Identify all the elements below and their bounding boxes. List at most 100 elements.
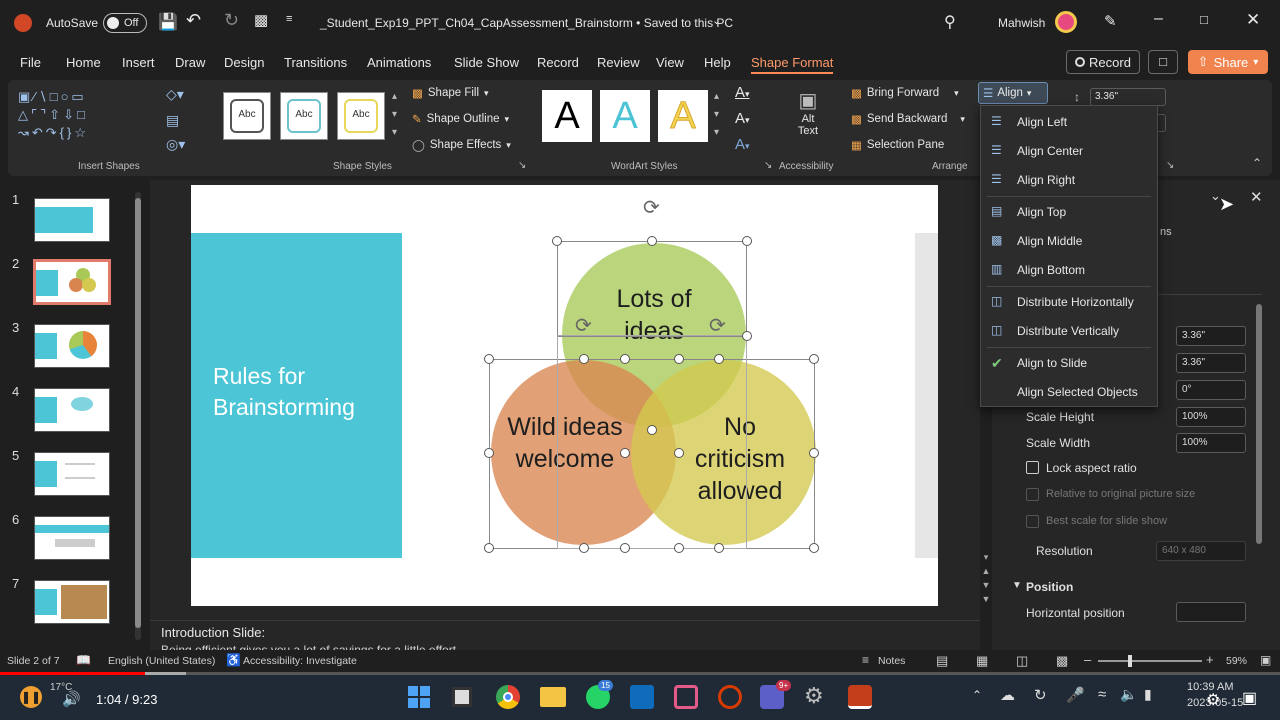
task-view-icon[interactable] bbox=[452, 687, 472, 707]
menu-align-right[interactable]: ☰ Align Right bbox=[981, 166, 1157, 194]
spelling-icon[interactable]: 📖 bbox=[76, 653, 91, 667]
comments-button[interactable]: □ bbox=[1148, 50, 1178, 74]
customize-toolbar-icon[interactable]: ≡ bbox=[286, 13, 292, 25]
tray-chevron-icon[interactable]: ⌃ bbox=[972, 688, 982, 702]
pane-close-icon[interactable]: ✕ bbox=[1250, 188, 1263, 206]
present-icon[interactable]: ▩ bbox=[254, 11, 268, 29]
scale-height-field[interactable]: 100% bbox=[1176, 407, 1246, 427]
resize-handle[interactable] bbox=[674, 448, 684, 458]
resize-handle[interactable] bbox=[742, 331, 752, 341]
text-fill-icon[interactable]: A▾ bbox=[735, 84, 750, 101]
size-launcher-icon[interactable]: ↘ bbox=[1166, 160, 1174, 171]
resize-handle[interactable] bbox=[620, 354, 630, 364]
office-icon[interactable] bbox=[718, 685, 742, 709]
wordart-launcher-icon[interactable]: ↘ bbox=[764, 160, 772, 171]
share-button[interactable]: ⇧ Share ▾ bbox=[1188, 50, 1268, 74]
send-backward-button[interactable]: ▩ Send Backward ▾ bbox=[851, 112, 965, 126]
pen-icon[interactable]: ✎ bbox=[1104, 12, 1117, 30]
wordart-style-2[interactable]: A bbox=[600, 90, 650, 142]
rotation-field[interactable]: 0° bbox=[1176, 380, 1246, 400]
menu-animations[interactable]: Animations bbox=[367, 55, 431, 70]
menu-review[interactable]: Review bbox=[597, 55, 640, 70]
onedrive-icon[interactable]: ☁ bbox=[1000, 686, 1015, 704]
rotate-handle-left-icon[interactable]: ⟳ bbox=[575, 313, 592, 338]
resize-handle[interactable] bbox=[674, 543, 684, 553]
slide-scrollbar[interactable]: ▾ ▲ ▼ ▼ bbox=[980, 550, 992, 620]
rotate-handle-right-icon[interactable]: ⟳ bbox=[709, 313, 726, 338]
outlook-icon[interactable] bbox=[630, 685, 654, 709]
position-chevron-icon[interactable]: ▼ bbox=[1012, 580, 1022, 591]
resolution-select[interactable]: 640 x 480 bbox=[1156, 541, 1246, 561]
reading-view-icon[interactable]: ◫ bbox=[1016, 653, 1028, 669]
shape-style-2[interactable]: Abc bbox=[280, 92, 328, 140]
text-outline-icon[interactable]: A▾ bbox=[735, 110, 750, 127]
slide-thumbnail-6[interactable] bbox=[34, 516, 110, 560]
shape-height-input[interactable]: 3.36" bbox=[1090, 88, 1166, 106]
menu-align-selected-objects[interactable]: Align Selected Objects bbox=[981, 378, 1157, 406]
resize-handle[interactable] bbox=[714, 354, 724, 364]
resize-handle[interactable] bbox=[809, 543, 819, 553]
windows-start-icon[interactable] bbox=[408, 686, 430, 708]
wifi-icon[interactable]: ≈ bbox=[1098, 686, 1106, 703]
wordart-style-3[interactable]: A bbox=[658, 90, 708, 142]
menu-transitions[interactable]: Transitions bbox=[284, 55, 347, 70]
pane-scrollbar[interactable] bbox=[1256, 304, 1262, 544]
document-title[interactable]: _Student_Exp19_PPT_Ch04_CapAssessment_Br… bbox=[320, 16, 733, 30]
menu-home[interactable]: Home bbox=[66, 55, 101, 70]
selection-pane-button[interactable]: ▦ Selection Pane bbox=[851, 138, 944, 152]
shape-fill-button[interactable]: ▩ Shape Fill ▾ bbox=[412, 86, 489, 100]
battery-icon[interactable]: ▮ bbox=[1144, 686, 1152, 703]
zoom-slider[interactable] bbox=[1098, 655, 1202, 667]
volume-icon[interactable]: 🔊 bbox=[62, 690, 81, 708]
best-scale-checkbox[interactable] bbox=[1026, 515, 1039, 528]
shapes-gallery[interactable]: ▣∕∖□○▭ △⌜⌝⇧⇩□ ↝↶↷{}☆ bbox=[18, 88, 156, 150]
resize-handle[interactable] bbox=[579, 354, 589, 364]
slide-thumbnail-7[interactable] bbox=[34, 580, 110, 624]
redo-icon[interactable]: ↻ bbox=[224, 10, 239, 31]
slide-thumbnail-1[interactable] bbox=[34, 198, 110, 242]
resize-handle[interactable] bbox=[552, 236, 562, 246]
autosave-toggle[interactable]: Off bbox=[103, 13, 147, 33]
notes-toggle[interactable]: Notes bbox=[878, 655, 905, 667]
height-field[interactable]: 3.36" bbox=[1176, 326, 1246, 346]
menu-file[interactable]: File bbox=[20, 55, 41, 70]
menu-record[interactable]: Record bbox=[537, 55, 579, 70]
resize-handle[interactable] bbox=[620, 448, 630, 458]
zoom-level[interactable]: 59% bbox=[1226, 655, 1247, 667]
maximize-icon[interactable]: □ bbox=[1200, 12, 1208, 27]
bring-forward-button[interactable]: ▩ Bring Forward ▾ bbox=[851, 86, 959, 100]
slide-thumbnail-3[interactable] bbox=[34, 324, 110, 368]
normal-view-icon[interactable]: ▤ bbox=[936, 653, 948, 669]
menu-help[interactable]: Help bbox=[704, 55, 731, 70]
resize-handle[interactable] bbox=[647, 236, 657, 246]
shape-styles-launcher-icon[interactable]: ↘ bbox=[518, 160, 526, 171]
shape-effects-button[interactable]: ◯ Shape Effects ▾ bbox=[412, 138, 511, 152]
menu-design[interactable]: Design bbox=[224, 55, 264, 70]
text-effects-icon[interactable]: A▾ bbox=[735, 136, 750, 153]
menu-view[interactable]: View bbox=[656, 55, 684, 70]
menu-align-center[interactable]: ☰ Align Center bbox=[981, 137, 1157, 165]
exit-fullscreen-icon[interactable]: ▣ bbox=[1242, 688, 1257, 708]
menu-distribute-vertically[interactable]: ◫ Distribute Vertically bbox=[981, 317, 1157, 345]
shape-styles-scroll-icon[interactable]: ▴ ▾ ▾ bbox=[392, 88, 397, 142]
video-settings-icon[interactable]: ⚙ bbox=[1206, 690, 1220, 710]
resize-handle[interactable] bbox=[484, 448, 494, 458]
horizontal-position-field[interactable] bbox=[1176, 602, 1246, 622]
zoom-out-icon[interactable]: – bbox=[1084, 652, 1091, 667]
slide-canvas[interactable]: Rules for Brainstorming Lots of ideas Wi… bbox=[191, 185, 938, 606]
notes-heading[interactable]: Introduction Slide: bbox=[161, 625, 265, 640]
undo-icon[interactable]: ↶ bbox=[186, 10, 201, 31]
menu-align-left[interactable]: ☰ Align Left bbox=[981, 108, 1157, 136]
shape-outline-button[interactable]: ✎ Shape Outline ▾ bbox=[412, 112, 509, 126]
resize-handle[interactable] bbox=[714, 543, 724, 553]
powerpoint-taskbar-icon[interactable] bbox=[848, 685, 872, 709]
menu-align-top[interactable]: ▤ Align Top bbox=[981, 198, 1157, 226]
scale-width-field[interactable]: 100% bbox=[1176, 433, 1246, 453]
snipping-tool-icon[interactable] bbox=[674, 685, 698, 709]
menu-draw[interactable]: Draw bbox=[175, 55, 205, 70]
thumbnails-scrollbar[interactable] bbox=[135, 192, 141, 640]
resize-handle[interactable] bbox=[674, 354, 684, 364]
record-button[interactable]: Record bbox=[1066, 50, 1140, 74]
align-button[interactable]: ☰ Align ▾ bbox=[978, 82, 1048, 104]
wordart-scroll-icon[interactable]: ▴ ▾ ▾ bbox=[714, 88, 719, 142]
